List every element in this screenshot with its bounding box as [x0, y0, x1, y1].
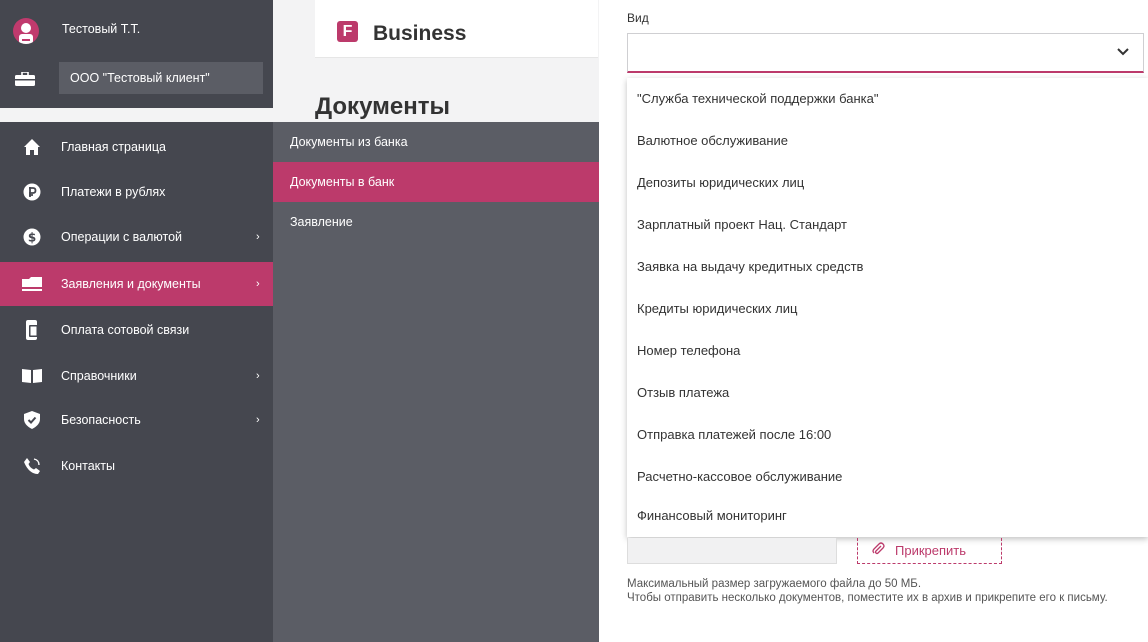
- dropdown-option[interactable]: Номер телефона: [627, 330, 1148, 372]
- upload-note-archive: Чтобы отправить несколько документов, по…: [627, 592, 1108, 604]
- nav-label: Справочники: [61, 369, 137, 383]
- submenu-item-application[interactable]: Заявление: [273, 202, 599, 242]
- dropdown-option[interactable]: Финансовый мониторинг: [627, 495, 1148, 537]
- dollar-icon: $: [22, 227, 42, 247]
- dropdown-option[interactable]: Отзыв платежа: [627, 372, 1148, 414]
- nav-label: Оплата сотовой связи: [61, 323, 190, 337]
- book-icon: [22, 366, 42, 386]
- paperclip-icon: [871, 542, 885, 559]
- dropdown-option[interactable]: Кредиты юридических лиц: [627, 288, 1148, 330]
- upload-note: Максимальный размер загружаемого файла д…: [627, 577, 1147, 605]
- dropdown-option[interactable]: Заявка на выдачу кредитных средств: [627, 246, 1148, 288]
- ruble-icon: [22, 182, 42, 202]
- nav-item-mobile-payment[interactable]: Оплата сотовой связи: [0, 308, 273, 352]
- submenu-item-from-bank[interactable]: Документы из банка: [273, 122, 599, 162]
- brand-logo-icon: F: [337, 21, 358, 42]
- brand-name: Business: [373, 22, 467, 45]
- nav-item-home[interactable]: Главная страница: [0, 125, 273, 169]
- nav-item-applications-documents[interactable]: Заявления и документы ›: [0, 262, 273, 306]
- main-nav: Главная страница Платежи в рублях $ Опер…: [0, 122, 273, 642]
- user-name[interactable]: Тестовый Т.Т.: [62, 22, 140, 36]
- chevron-right-icon: ›: [256, 231, 260, 243]
- folder-icon: [22, 274, 42, 294]
- dropdown-option[interactable]: "Служба технической поддержки банка": [627, 78, 1148, 120]
- dropdown-option[interactable]: Валютное обслуживание: [627, 120, 1148, 162]
- dropdown-option[interactable]: Зарплатный проект Нац. Стандарт: [627, 204, 1148, 246]
- chevron-right-icon: ›: [256, 278, 260, 290]
- nav-label: Платежи в рублях: [61, 185, 166, 199]
- phone-icon: [22, 456, 42, 476]
- file-name-field[interactable]: [627, 538, 837, 564]
- dropdown-option[interactable]: Депозиты юридических лиц: [627, 162, 1148, 204]
- vid-label: Вид: [627, 11, 649, 25]
- document-form: Вид "Служба технической поддержки банка"…: [599, 0, 1148, 642]
- nav-label: Безопасность: [61, 413, 141, 427]
- vid-select[interactable]: [627, 33, 1144, 73]
- home-icon: [22, 137, 42, 157]
- nav-item-directories[interactable]: Справочники ›: [0, 354, 273, 398]
- user-avatar-icon[interactable]: [13, 18, 39, 44]
- chevron-right-icon: ›: [256, 414, 260, 426]
- nav-item-currency[interactable]: $ Операции с валютой ›: [0, 215, 273, 259]
- briefcase-icon: [15, 71, 35, 86]
- client-selector[interactable]: ООО "Тестовый клиент": [59, 62, 263, 94]
- mobile-phone-icon: [22, 320, 42, 340]
- attach-button[interactable]: Прикрепить: [857, 538, 1002, 564]
- nav-item-security[interactable]: Безопасность ›: [0, 398, 273, 442]
- attach-label: Прикрепить: [895, 543, 967, 558]
- svg-text:$: $: [28, 231, 36, 245]
- upload-note-size: Максимальный размер загружаемого файла д…: [627, 578, 922, 590]
- nav-label: Контакты: [61, 459, 115, 473]
- profile-panel: Тестовый Т.Т. ООО "Тестовый клиент": [0, 0, 273, 108]
- documents-submenu: Документы из банка Документы в банк Заяв…: [273, 122, 599, 642]
- app-header: F Business: [315, 0, 598, 58]
- dropdown-option[interactable]: Отправка платежей после 16:00: [627, 414, 1148, 456]
- nav-item-contacts[interactable]: Контакты: [0, 444, 273, 488]
- nav-label: Заявления и документы: [61, 277, 201, 291]
- dropdown-option[interactable]: Расчетно-кассовое обслуживание: [627, 456, 1148, 498]
- vid-dropdown-list: "Служба технической поддержки банка" Вал…: [627, 78, 1148, 537]
- nav-item-ruble-payments[interactable]: Платежи в рублях: [0, 170, 273, 214]
- shield-icon: [22, 410, 42, 430]
- chevron-down-icon: [1117, 43, 1129, 60]
- nav-label: Главная страница: [61, 140, 166, 154]
- submenu-item-to-bank[interactable]: Документы в банк: [273, 162, 599, 202]
- nav-label: Операции с валютой: [61, 230, 183, 244]
- chevron-right-icon: ›: [256, 370, 260, 382]
- page-title: Документы: [315, 93, 450, 120]
